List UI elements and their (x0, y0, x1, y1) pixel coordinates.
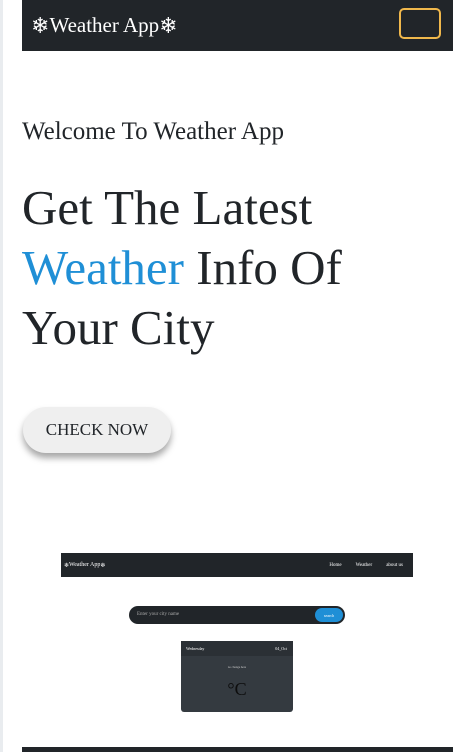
preview-nav-link-home: Home (329, 562, 342, 568)
preview-card-temperature: °C (227, 679, 247, 699)
welcome-text: Welcome To Weather App (22, 118, 284, 145)
preview-search-placeholder: Enter your city name (137, 612, 180, 617)
page-left-border (0, 0, 3, 752)
headline-accent-word: Weather (22, 240, 185, 295)
preview-search-bar: Enter your city name search (129, 606, 345, 624)
preview-nav-link-about: about us (386, 562, 403, 568)
preview-card-day: Wednesday (186, 646, 205, 651)
headline-line-2: Info Of (184, 240, 342, 295)
app-preview-image: ❄ Weather App ❄ Home Weather about us En… (61, 553, 413, 713)
brand-text: Weather App (49, 13, 160, 37)
snowflake-icon: ❄ (31, 12, 50, 38)
navbar-brand[interactable]: ❄ Weather App ❄ (31, 13, 178, 38)
navbar-toggler-button[interactable] (399, 8, 441, 39)
preview-nav-link-weather: Weather (355, 562, 373, 568)
preview-navbar: ❄ Weather App ❄ Home Weather about us (61, 553, 413, 577)
snowflake-icon: ❄ (100, 562, 106, 569)
headline-line-3: Your City (22, 300, 215, 355)
check-now-button[interactable]: CHECK NOW (23, 407, 171, 453)
preview-card-header: Wednesday 04_Oct (181, 641, 293, 656)
preview-nav-links: Home Weather about us (329, 553, 403, 577)
hero-headline: Get The Latest Weather Info Of Your City (22, 178, 442, 358)
footer-edge (22, 747, 453, 752)
snowflake-icon: ❄ (159, 12, 178, 38)
preview-card-status: no change here (227, 665, 247, 669)
top-navbar: ❄ Weather App ❄ (22, 0, 453, 51)
preview-search-button: search (315, 608, 343, 622)
preview-brand-text: Weather App (69, 562, 101, 568)
preview-brand: ❄ Weather App ❄ (64, 562, 105, 569)
preview-card-date: 04_Oct (275, 646, 287, 651)
preview-weather-card: Wednesday 04_Oct no change here °C (181, 641, 293, 712)
headline-line-1: Get The Latest (22, 180, 313, 235)
